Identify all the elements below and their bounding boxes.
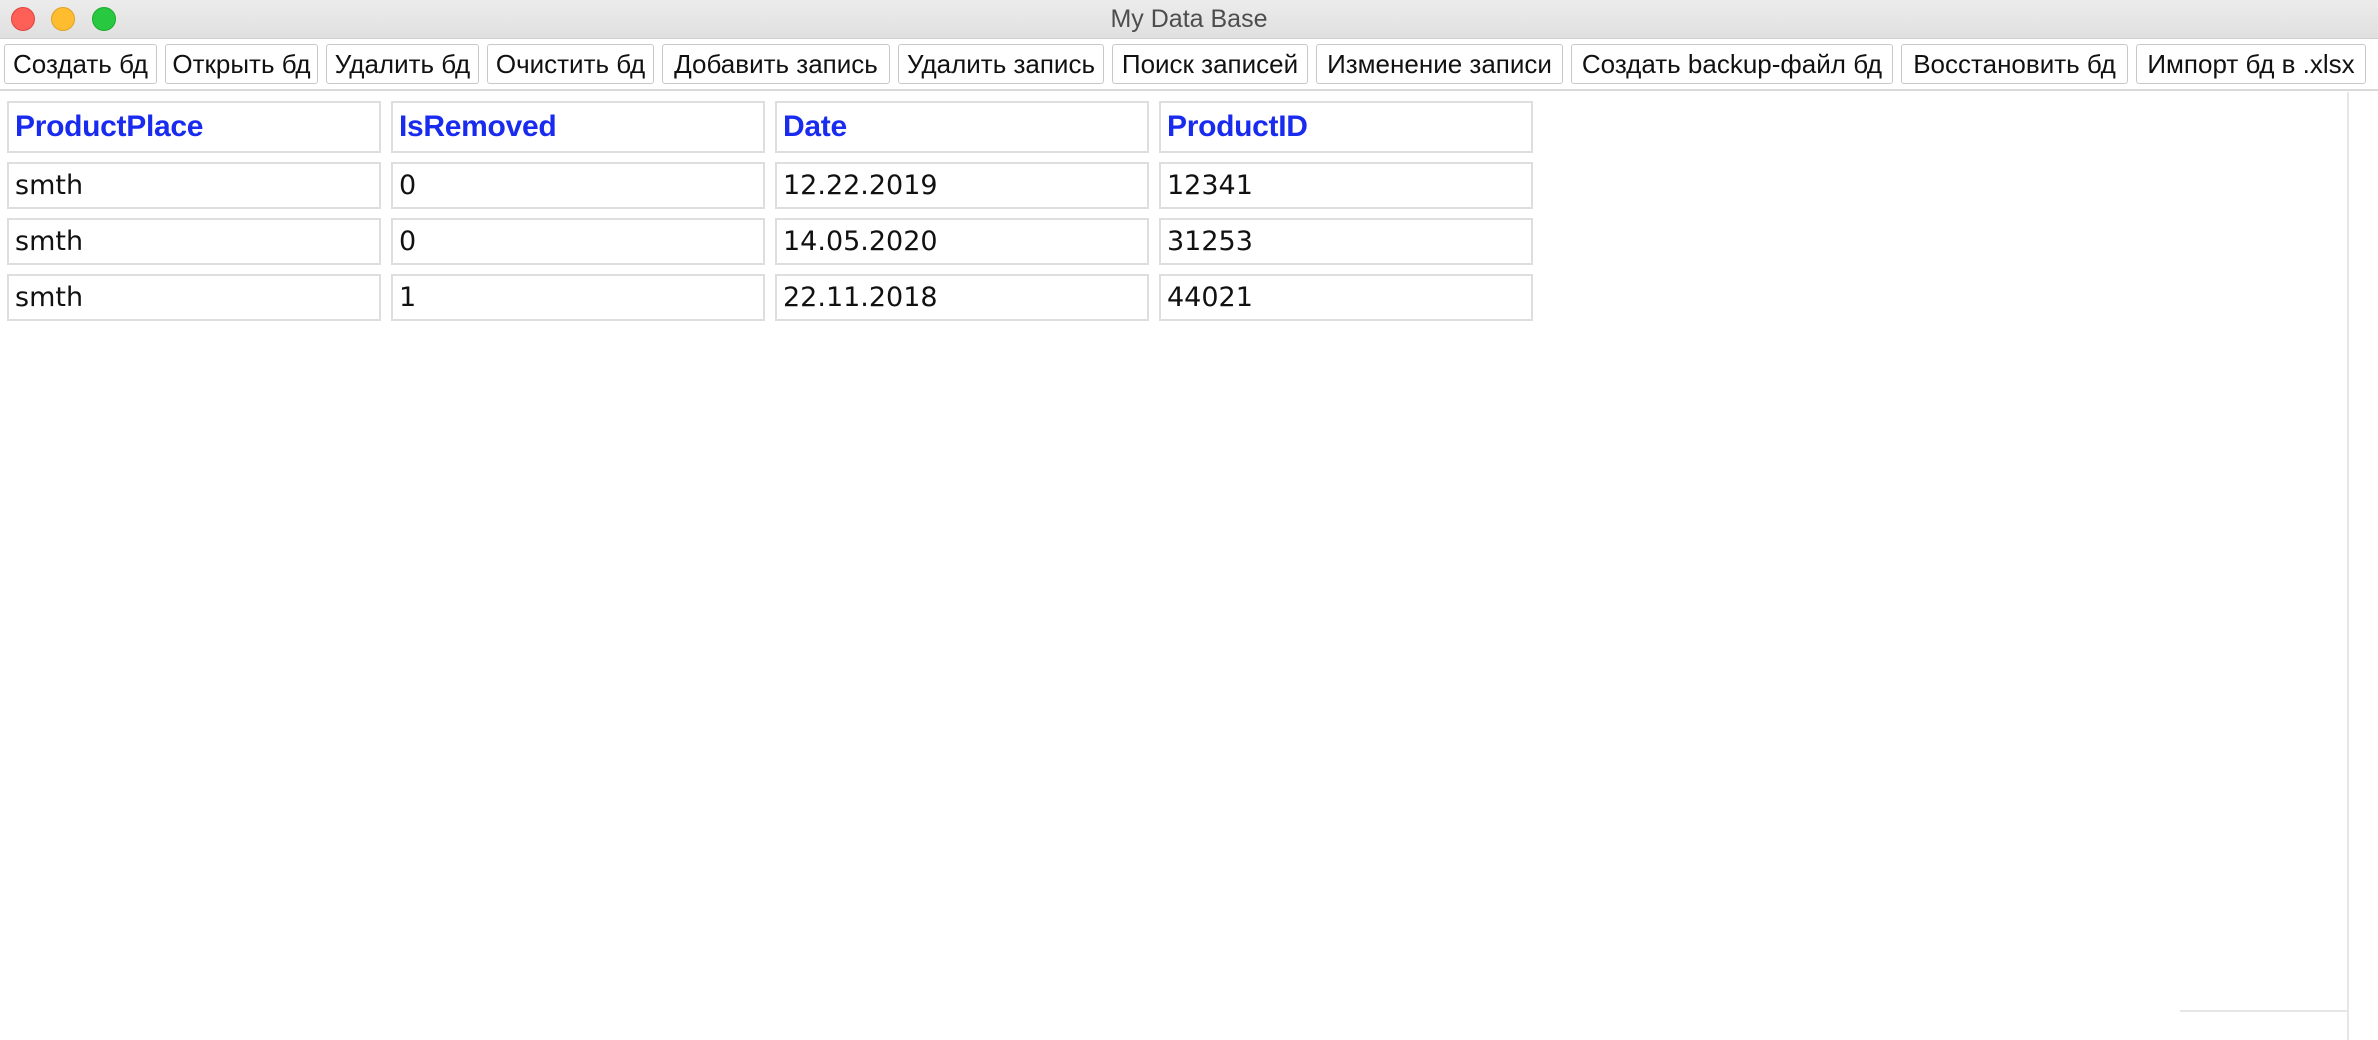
column-header-productid: ProductID xyxy=(1159,101,1533,153)
create-db-button[interactable]: Создать бд xyxy=(4,44,157,84)
table-cell[interactable]: 44021 xyxy=(1159,274,1533,321)
table-cell[interactable]: 12.22.2019 xyxy=(775,162,1149,209)
title-bar[interactable]: My Data Base xyxy=(0,0,2378,39)
search-records-button[interactable]: Поиск записей xyxy=(1112,44,1308,84)
add-record-button[interactable]: Добавить запись xyxy=(662,44,890,84)
vertical-scrollbar[interactable] xyxy=(2347,92,2369,1040)
column-header-date: Date xyxy=(775,101,1149,153)
table-cell[interactable]: 0 xyxy=(391,218,765,265)
toolbar: Создать бд Открыть бд Удалить бд Очистит… xyxy=(0,39,2378,91)
table-cell[interactable]: 14.05.2020 xyxy=(775,218,1149,265)
edit-record-button[interactable]: Изменение записи xyxy=(1316,44,1563,84)
table-cell[interactable]: 12341 xyxy=(1159,162,1533,209)
create-backup-button[interactable]: Создать backup-файл бд xyxy=(1571,44,1893,84)
column-header-productplace: ProductPlace xyxy=(7,101,381,153)
table-cell[interactable]: smth xyxy=(7,218,381,265)
restore-db-button[interactable]: Восстановить бд xyxy=(1901,44,2128,84)
window-title: My Data Base xyxy=(1110,5,1268,33)
table-cell[interactable]: smth xyxy=(7,274,381,321)
open-db-button[interactable]: Открыть бд xyxy=(165,44,318,84)
delete-db-button[interactable]: Удалить бд xyxy=(326,44,479,84)
column-header-isremoved: IsRemoved xyxy=(391,101,765,153)
table-cell[interactable]: 1 xyxy=(391,274,765,321)
table-cell[interactable]: 31253 xyxy=(1159,218,1533,265)
app-window: My Data Base Создать бд Открыть бд Удали… xyxy=(0,0,2378,1040)
import-xlsx-button[interactable]: Импорт бд в .xlsx xyxy=(2136,44,2366,84)
clear-db-button[interactable]: Очистить бд xyxy=(487,44,654,84)
table-cell[interactable]: 0 xyxy=(391,162,765,209)
table-cell[interactable]: 22.11.2018 xyxy=(775,274,1149,321)
horizontal-scrollbar[interactable] xyxy=(2180,1010,2347,1040)
delete-record-button[interactable]: Удалить запись xyxy=(898,44,1104,84)
table-cell[interactable]: smth xyxy=(7,162,381,209)
